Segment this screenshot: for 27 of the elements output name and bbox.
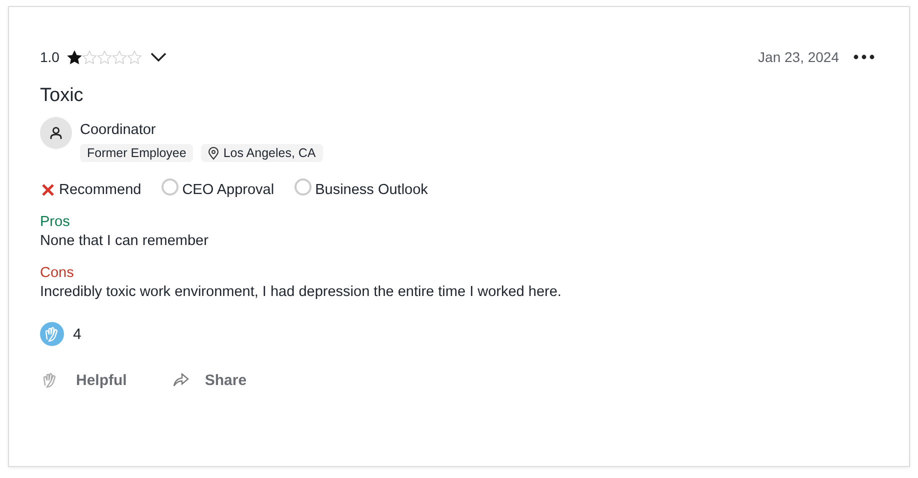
status-tag: Former Employee xyxy=(80,144,194,162)
user-avatar-icon xyxy=(40,117,72,149)
star-icon xyxy=(112,50,128,64)
section-text: None that I can remember xyxy=(40,233,210,249)
location-tag: Los Angeles, CA xyxy=(201,144,323,162)
helpful-count: 4 xyxy=(73,326,82,342)
rating-label: CEO Approval xyxy=(182,182,274,198)
star-icon xyxy=(67,50,82,64)
star-icon xyxy=(97,50,112,64)
share-icon xyxy=(172,373,189,387)
job-title: Coordinator xyxy=(80,122,157,138)
star-icon xyxy=(127,50,142,64)
chevron-down-icon[interactable] xyxy=(150,51,168,63)
share-button[interactable]: Share xyxy=(172,370,247,390)
star-icon xyxy=(82,50,98,64)
helpful-button[interactable]: Helpful xyxy=(40,370,127,390)
review-title: Toxic xyxy=(40,84,84,108)
helpful-reaction-icon xyxy=(40,322,64,346)
rating-label: Recommend xyxy=(59,182,142,198)
section-heading: Cons xyxy=(40,265,75,281)
more-options-icon[interactable] xyxy=(853,54,875,60)
rating-value: 1.0 xyxy=(40,49,60,65)
section-text: Incredibly toxic work environment, I had depression the entire time I worked here. xyxy=(40,284,562,300)
location-pin-icon xyxy=(208,146,220,160)
review-date: Jan 23, 2024 xyxy=(758,49,839,65)
rating-label: Business Outlook xyxy=(315,182,428,198)
section-heading: Pros xyxy=(40,214,71,230)
